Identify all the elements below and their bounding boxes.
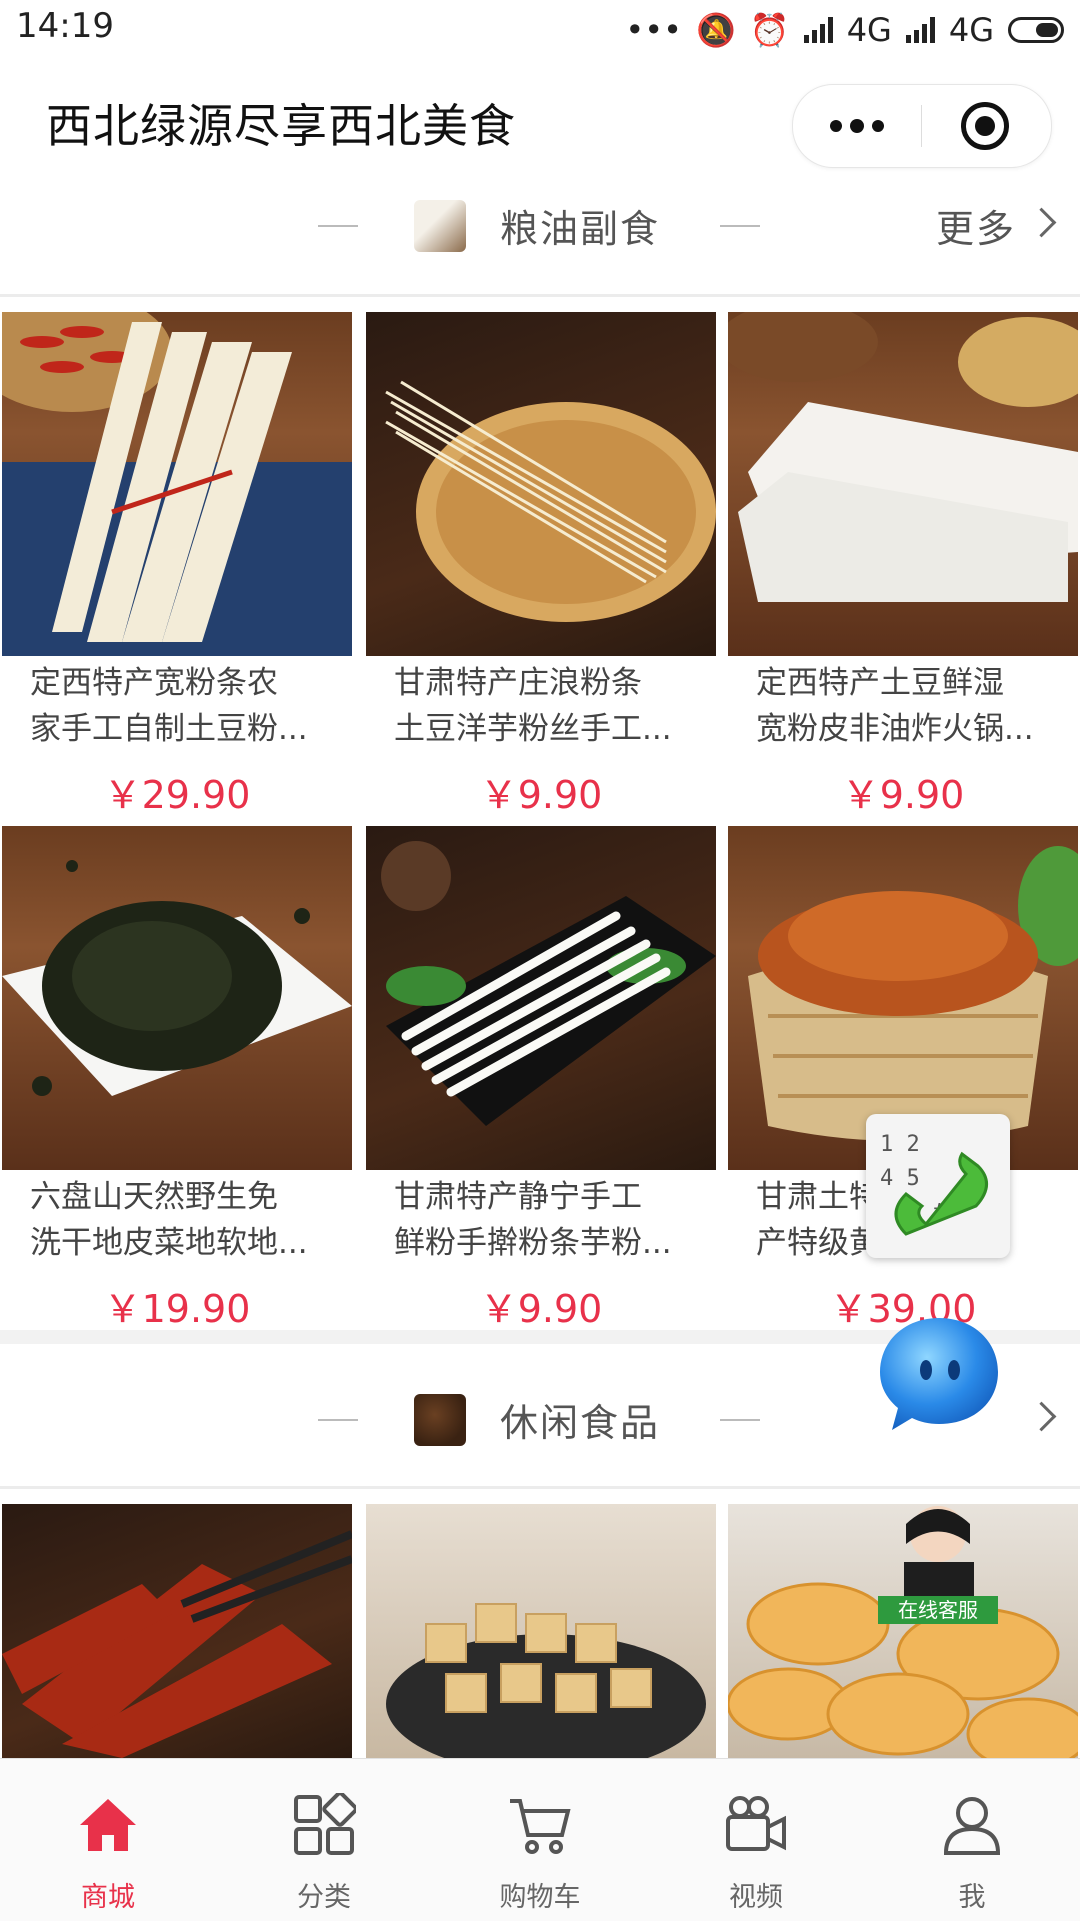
status-bar: 14:19 ••• 🔕 ⏰ 4G 4G bbox=[0, 0, 1080, 60]
chevron-right-icon bbox=[1026, 207, 1057, 238]
section-title: 粮油副食 bbox=[500, 207, 661, 251]
product-card[interactable]: 在线客服 bbox=[728, 1504, 1078, 1758]
video-icon bbox=[726, 1796, 786, 1851]
page-title: 西北绿源尽享西北美食 bbox=[46, 99, 516, 153]
tab-label: 购物车 bbox=[499, 1882, 581, 1913]
tab-label: 分类 bbox=[297, 1882, 351, 1913]
miniprogram-capsule bbox=[792, 84, 1052, 168]
section-divider bbox=[0, 294, 1080, 297]
product-card[interactable]: 六盘山天然野生免 洗干地皮菜地软地... ￥19.90 bbox=[2, 826, 352, 1333]
product-name: 定西特产宽粉条农 家手工自制土豆粉... bbox=[30, 665, 308, 747]
signal-icon bbox=[803, 17, 833, 43]
status-indicators: ••• 🔕 ⏰ 4G 4G bbox=[625, 6, 1064, 54]
tab-label: 我 bbox=[958, 1882, 986, 1913]
product-card[interactable] bbox=[2, 1504, 352, 1758]
product-card[interactable] bbox=[366, 1504, 716, 1758]
section-header-grain-oil: 粮油副食 更多 bbox=[0, 178, 1080, 274]
online-service-label: 在线客服 bbox=[898, 1598, 978, 1622]
divider-dash bbox=[720, 1419, 760, 1421]
chat-icon bbox=[880, 1318, 998, 1430]
phone-call-button[interactable]: 1 2 4 5 # bbox=[866, 1114, 1010, 1258]
tab-label: 商城 bbox=[81, 1882, 135, 1913]
tab-mall[interactable]: 商城 bbox=[0, 1759, 216, 1921]
product-name: 甘肃特产静宁手工 鲜粉手擀粉条芋粉... bbox=[394, 1179, 672, 1261]
tab-cart[interactable]: 购物车 bbox=[432, 1759, 648, 1921]
product-image bbox=[2, 1504, 352, 1758]
product-price: ￥19.90 bbox=[103, 1287, 251, 1331]
home-icon bbox=[80, 1799, 136, 1851]
network-label: 4G bbox=[948, 11, 994, 49]
more-dots-icon: ••• bbox=[625, 11, 682, 49]
product-image bbox=[366, 826, 716, 1170]
section-divider bbox=[0, 1486, 1080, 1489]
product-card[interactable]: 甘肃特产静宁手工 鲜粉手擀粉条芋粉... ￥9.90 bbox=[366, 826, 716, 1333]
section-thumbnail bbox=[414, 200, 466, 252]
cart-icon bbox=[510, 1799, 571, 1854]
network-label: 4G bbox=[846, 11, 892, 49]
product-image bbox=[366, 312, 716, 656]
more-label: 更多 bbox=[935, 207, 1016, 251]
product-name: 定西特产土豆鲜湿 宽粉皮非油炸火锅... bbox=[756, 665, 1034, 747]
section-thumbnail bbox=[414, 1394, 466, 1446]
phone-icon bbox=[894, 1151, 988, 1236]
section-title: 休闲食品 bbox=[500, 1401, 661, 1445]
divider-dash bbox=[318, 1419, 358, 1421]
divider-dash bbox=[318, 225, 358, 227]
signal-icon bbox=[905, 17, 935, 43]
more-options-button[interactable] bbox=[793, 85, 921, 167]
close-miniprogram-button[interactable] bbox=[961, 102, 1009, 150]
battery-icon bbox=[1008, 17, 1064, 43]
alarm-icon: ⏰ bbox=[749, 11, 790, 49]
tab-label: 视频 bbox=[729, 1882, 783, 1913]
product-image bbox=[2, 312, 352, 656]
product-card[interactable]: 甘肃特产庄浪粉条 土豆洋芋粉丝手工... ￥9.90 bbox=[366, 312, 716, 819]
chevron-right-icon bbox=[1026, 1401, 1057, 1432]
product-card[interactable]: 定西特产土豆鲜湿 宽粉皮非油炸火锅... ￥9.90 bbox=[728, 312, 1078, 819]
divider-dash bbox=[720, 225, 760, 227]
profile-icon bbox=[943, 1797, 1001, 1855]
product-image bbox=[728, 312, 1078, 656]
category-icon bbox=[294, 1793, 356, 1855]
product-card[interactable]: 定西特产宽粉条农 家手工自制土豆粉... ￥29.90 bbox=[2, 312, 352, 819]
product-name: 甘肃特产庄浪粉条 土豆洋芋粉丝手工... bbox=[394, 665, 672, 747]
tab-category[interactable]: 分类 bbox=[216, 1759, 432, 1921]
status-time: 14:19 bbox=[16, 6, 114, 46]
navbar: 西北绿源尽享西北美食 bbox=[0, 60, 1080, 184]
tab-video[interactable]: 视频 bbox=[648, 1759, 864, 1921]
product-image bbox=[2, 826, 352, 1170]
product-image: 在线客服 bbox=[728, 1504, 1078, 1758]
product-price: ￥9.90 bbox=[841, 773, 965, 817]
tab-profile[interactable]: 我 bbox=[864, 1759, 1080, 1921]
bottom-tab-bar: 商城 分类 购物车 视频 我 bbox=[0, 1758, 1080, 1921]
chat-bubble-button[interactable] bbox=[874, 1310, 1004, 1436]
product-price: ￥9.90 bbox=[479, 1287, 603, 1331]
mute-icon: 🔕 bbox=[696, 11, 736, 49]
product-name: 六盘山天然野生免 洗干地皮菜地软地... bbox=[30, 1179, 308, 1261]
product-price: ￥29.90 bbox=[103, 773, 251, 817]
product-image bbox=[366, 1504, 716, 1758]
product-price: ￥9.90 bbox=[479, 773, 603, 817]
capsule-divider bbox=[921, 105, 922, 147]
